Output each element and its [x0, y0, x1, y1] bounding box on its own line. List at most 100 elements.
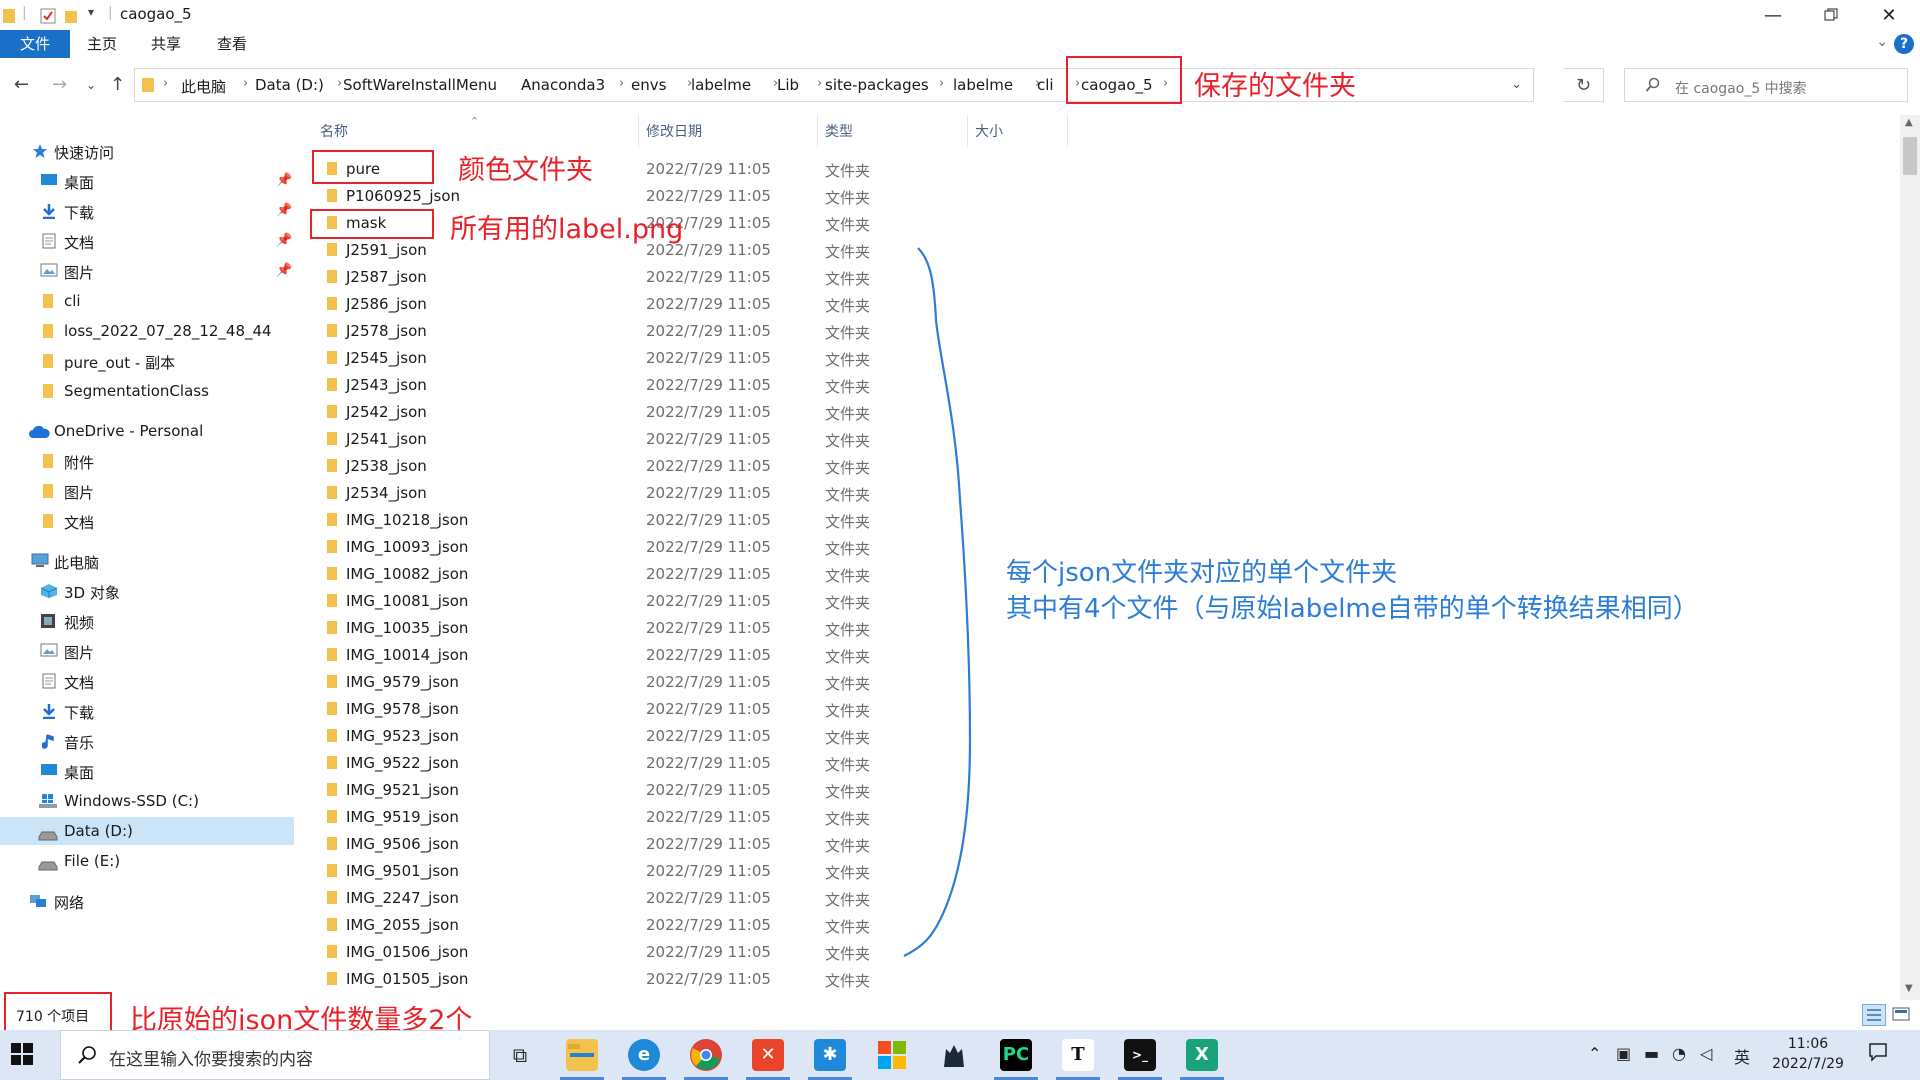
sidebar-item-pc-documents[interactable]: 文档 — [0, 667, 294, 695]
chevron-right-icon[interactable]: › — [337, 76, 342, 91]
chevron-right-icon[interactable]: › — [163, 76, 168, 91]
new-folder-icon[interactable] — [64, 5, 78, 24]
clock-date[interactable]: 2022/7/29 — [1768, 1056, 1848, 1072]
sidebar-item-documents[interactable]: 文档 📌 — [0, 227, 294, 255]
sidebar-item-pc-desktop[interactable]: 桌面 — [0, 757, 294, 785]
tab-file[interactable]: 文件 — [0, 30, 70, 58]
terminal-app-icon[interactable]: >_ — [1124, 1039, 1156, 1071]
breadcrumb-item[interactable]: Anaconda3 — [521, 76, 605, 94]
file-row[interactable]: IMG_01505_json 2022/7/29 11:05 文件夹 — [296, 965, 1096, 992]
breadcrumb-item[interactable]: Lib — [777, 76, 799, 94]
sidebar-item-segmentationclass[interactable]: SegmentationClass — [0, 377, 294, 405]
taskbar-search-box[interactable]: 在这里输入你要搜索的内容 — [60, 1030, 490, 1080]
scroll-up-icon[interactable]: ▲ — [1905, 117, 1913, 128]
up-arrow-icon[interactable]: ↑ — [110, 74, 125, 95]
sidebar-item-network[interactable]: 网络 — [0, 887, 294, 915]
chevron-right-icon[interactable]: › — [939, 76, 944, 91]
sidebar-item-drive-d[interactable]: Data (D:) — [0, 817, 294, 845]
file-explorer-app-icon[interactable] — [566, 1039, 598, 1071]
sidebar-item-attachments[interactable]: 附件 — [0, 447, 294, 475]
breadcrumb-item[interactable]: envs — [631, 76, 666, 94]
column-header-date[interactable]: 修改日期 — [646, 121, 702, 141]
snipaste-app-icon[interactable]: ✱ — [814, 1039, 846, 1071]
chevron-right-icon[interactable]: › — [243, 76, 248, 91]
pycharm-app-icon[interactable]: PC — [1000, 1039, 1032, 1071]
wifi-icon[interactable]: ◔ — [1672, 1044, 1686, 1063]
sidebar-item-drive-e[interactable]: File (E:) — [0, 847, 294, 875]
scroll-down-icon[interactable]: ▼ — [1905, 983, 1913, 994]
sidebar-item-onedrive-pictures[interactable]: 图片 — [0, 477, 294, 505]
expand-ribbon-icon[interactable]: ⌄ — [1876, 34, 1888, 50]
sidebar-item-pictures[interactable]: 图片 📌 — [0, 257, 294, 285]
column-divider[interactable] — [967, 115, 968, 147]
minimize-button[interactable]: — — [1744, 0, 1802, 30]
forward-arrow-icon[interactable]: → — [52, 74, 67, 95]
large-icons-view-button[interactable] — [1890, 1004, 1912, 1026]
tab-home[interactable]: 主页 — [80, 30, 124, 58]
device-icon[interactable]: ▣ — [1616, 1044, 1631, 1063]
sidebar-item-this-pc[interactable]: 此电脑 — [0, 547, 294, 575]
sidebar-item-loss-folder[interactable]: loss_2022_07_28_12_48_44 — [0, 317, 294, 345]
sidebar-item-drive-c[interactable]: Windows-SSD (C:) — [0, 787, 294, 815]
input-method-indicator[interactable]: 英 — [1734, 1044, 1750, 1068]
breadcrumb-item[interactable]: labelme — [953, 76, 1013, 94]
sidebar-item-pure-out-copy[interactable]: pure_out - 副本 — [0, 347, 294, 375]
battery-icon[interactable]: ▬ — [1644, 1044, 1659, 1063]
maximize-button[interactable] — [1802, 0, 1860, 30]
sidebar-item-music[interactable]: 音乐 — [0, 727, 294, 755]
back-arrow-icon[interactable]: ← — [14, 74, 29, 95]
sidebar-item-3d-objects[interactable]: 3D 对象 — [0, 577, 294, 605]
sidebar-item-pc-downloads[interactable]: 下载 — [0, 697, 294, 725]
column-divider[interactable] — [638, 115, 639, 147]
recent-locations-icon[interactable]: ⌄ — [86, 78, 96, 92]
sidebar-item-pc-pictures[interactable]: 图片 — [0, 637, 294, 665]
sidebar-item-onedrive-documents[interactable]: 文档 — [0, 507, 294, 535]
breadcrumb-item[interactable]: cli — [1037, 76, 1054, 94]
column-divider[interactable] — [817, 115, 818, 147]
xshell-app-icon[interactable]: X — [1186, 1039, 1218, 1071]
customize-toolbar-icon[interactable]: ▾ — [88, 5, 94, 19]
sidebar-item-desktop[interactable]: 桌面 📌 — [0, 167, 294, 195]
chevron-up-icon[interactable]: ⌃ — [1588, 1044, 1601, 1063]
chevron-down-icon[interactable]: ⌄ — [1511, 77, 1522, 92]
pin-icon[interactable]: 📌 — [276, 203, 292, 218]
breadcrumb-item[interactable]: 此电脑 — [181, 76, 226, 97]
tab-view[interactable]: 查看 — [210, 30, 254, 58]
close-button[interactable]: ✕ — [1860, 0, 1918, 30]
pin-icon[interactable]: 📌 — [276, 263, 292, 278]
column-header-type[interactable]: 类型 — [825, 121, 853, 141]
edge-browser-icon[interactable]: e — [628, 1039, 660, 1071]
file-row[interactable]: P1060925_json 2022/7/29 11:05 文件夹 — [296, 182, 1096, 209]
chevron-right-icon[interactable]: › — [619, 76, 624, 91]
column-header-name[interactable]: 名称 — [320, 121, 348, 141]
steam-app-icon[interactable] — [938, 1039, 970, 1071]
sidebar-item-onedrive[interactable]: OneDrive - Personal — [0, 417, 294, 445]
notification-icon[interactable] — [1868, 1042, 1888, 1066]
tab-share[interactable]: 共享 — [144, 30, 188, 58]
chrome-browser-icon[interactable] — [690, 1039, 722, 1071]
volume-icon[interactable]: ◁ — [1700, 1044, 1712, 1063]
task-view-icon[interactable]: ⧉ — [504, 1039, 536, 1071]
sidebar-item-quick-access[interactable]: 快速访问 — [0, 137, 294, 165]
breadcrumb-item[interactable]: Data (D:) — [255, 76, 324, 94]
clock-time[interactable]: 11:06 — [1768, 1036, 1848, 1052]
sidebar-item-videos[interactable]: 视频 — [0, 607, 294, 635]
chevron-right-icon[interactable]: › — [817, 76, 822, 91]
search-box[interactable]: 在 caogao_5 中搜索 — [1624, 68, 1908, 102]
pin-icon[interactable]: 📌 — [276, 233, 292, 248]
windows-office-app-icon[interactable] — [876, 1039, 908, 1071]
breadcrumb-item[interactable]: site-packages — [825, 76, 929, 94]
start-button[interactable] — [10, 1042, 34, 1070]
properties-icon[interactable] — [40, 5, 56, 24]
breadcrumb-item[interactable]: labelme — [691, 76, 751, 94]
sidebar-item-downloads[interactable]: 下载 📌 — [0, 197, 294, 225]
breadcrumb-item[interactable]: SoftWareInstallMenu — [343, 76, 497, 94]
xmind-app-icon[interactable]: ✕ — [752, 1039, 784, 1071]
sidebar-item-cli[interactable]: cli — [0, 287, 294, 315]
vertical-scrollbar[interactable]: ▲ ▼ — [1900, 115, 1920, 1000]
help-icon[interactable]: ? — [1894, 34, 1914, 54]
scrollbar-thumb[interactable] — [1903, 137, 1917, 175]
pin-icon[interactable]: 📌 — [276, 173, 292, 188]
details-view-button[interactable] — [1862, 1004, 1886, 1026]
refresh-button[interactable]: ↻ — [1564, 68, 1604, 102]
